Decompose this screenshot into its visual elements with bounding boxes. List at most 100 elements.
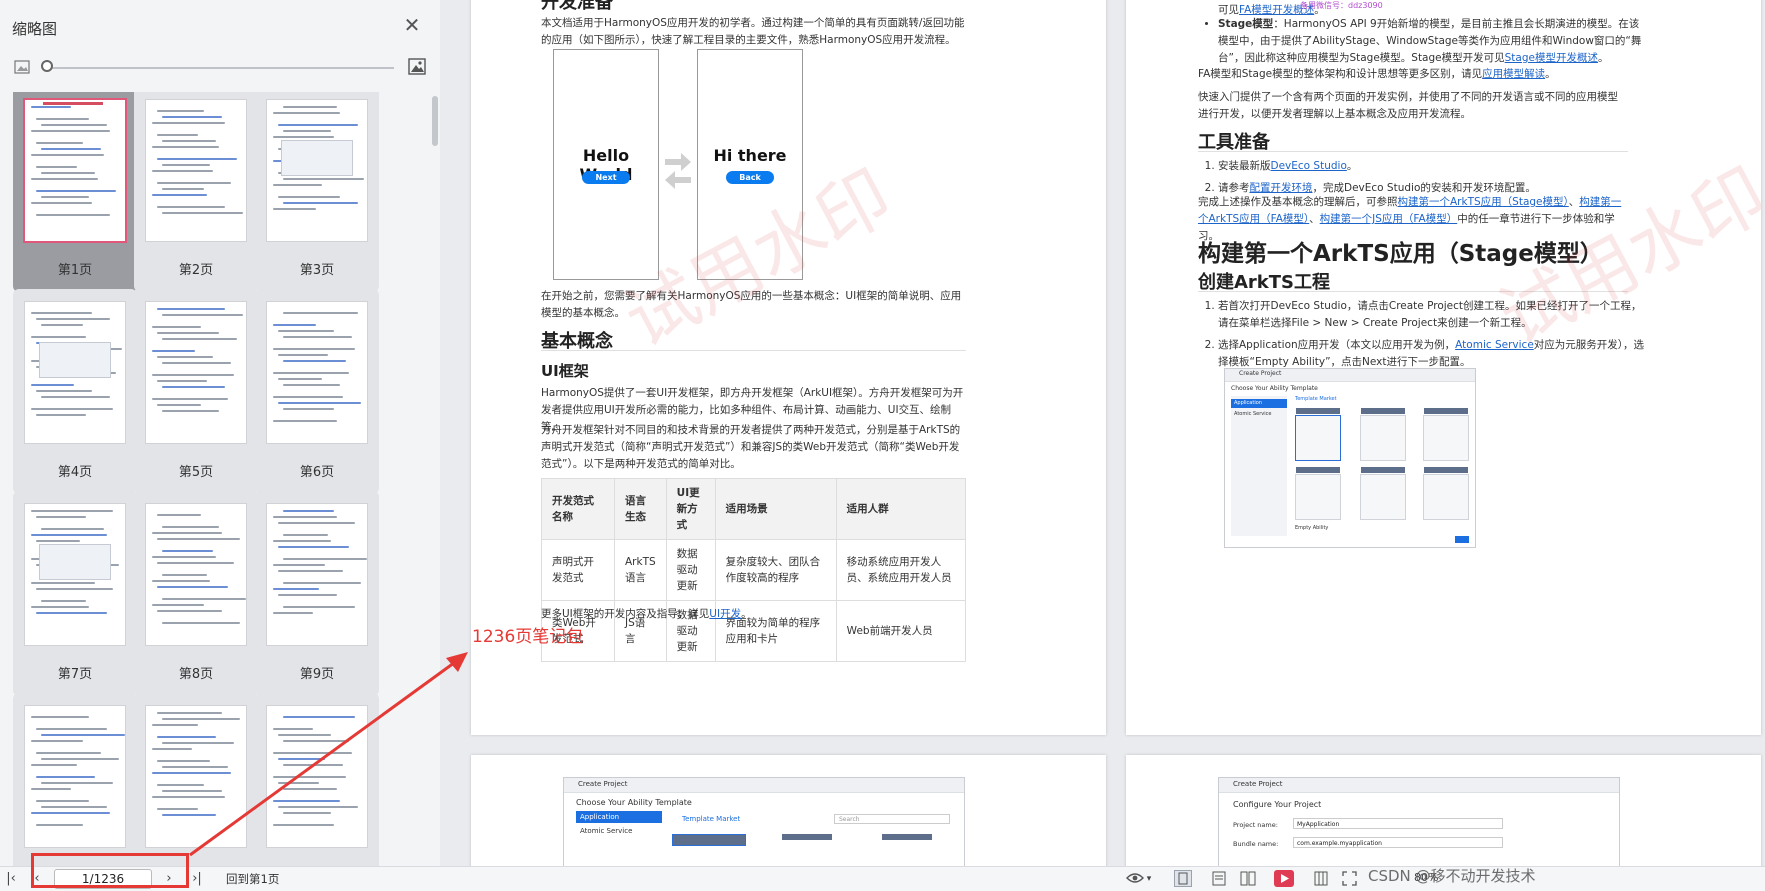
page-thumbnail[interactable]: 第2页 bbox=[134, 92, 258, 292]
thumbnail-text-line bbox=[283, 178, 364, 180]
quickstart-paragraph: 快速入门提供了一个含有两个页面的开发实例，并使用了不同的开发语言或不同的应用模型… bbox=[1198, 91, 1618, 120]
page-thumbnail[interactable]: 第8页 bbox=[134, 491, 258, 696]
thumbnail-text-line bbox=[278, 522, 355, 524]
thumbnail-text-line bbox=[283, 788, 337, 790]
arkts-stage-link[interactable]: 构建第一个ArkTS应用（Stage模型） bbox=[1398, 196, 1569, 208]
thumbnail-text-line bbox=[152, 146, 219, 148]
dialog-heading: Configure Your Project bbox=[1233, 800, 1322, 809]
play-icon bbox=[1281, 874, 1289, 883]
intro-paragraph: 本文档适用于HarmonyOS应用开发的初学者。通过构建一个简单的具有页面跳转/… bbox=[541, 17, 965, 46]
thumbnail-label: 第9页 bbox=[299, 667, 335, 682]
tile-cap bbox=[1296, 408, 1340, 414]
thumbnail-text-line bbox=[283, 384, 340, 386]
document-viewer: 开发准备 本文档适用于HarmonyOS应用开发的初学者。通过构建一个简单的具有… bbox=[440, 0, 1765, 866]
create-project-dialog-screenshot: Create Project Choose Your Ability Templ… bbox=[563, 777, 965, 866]
last-page-icon[interactable]: ›| bbox=[190, 870, 204, 888]
thumbnail-preview bbox=[25, 706, 125, 847]
page-thumbnail[interactable] bbox=[13, 693, 137, 866]
image-large-icon[interactable] bbox=[408, 58, 426, 75]
document-view-icon[interactable] bbox=[1212, 871, 1226, 886]
table-cell: 移动系统应用开发人员、系统应用开发人员 bbox=[835, 539, 967, 601]
thumbnail-text-line bbox=[31, 202, 92, 204]
list-item: Stage模型：HarmonyOS API 9开始新增的模型，是目前主推且会长期… bbox=[1218, 16, 1648, 67]
thumbnail-text-line bbox=[283, 716, 355, 718]
page-thumbnail[interactable] bbox=[134, 693, 258, 866]
stage-model-bullet: Stage模型：HarmonyOS API 9开始新增的模型，是目前主推且会长期… bbox=[1198, 16, 1648, 67]
list-item: 若首次打开DevEco Studio，请点击Create Project创建工程… bbox=[1218, 298, 1648, 332]
text: 、 bbox=[1568, 196, 1580, 208]
model-diff-paragraph: FA模型和Stage模型的整体架构和设计思想等更多区别，请见应用模型解读。 bbox=[1198, 66, 1628, 83]
dialog-heading: Choose Your Ability Template bbox=[576, 798, 692, 807]
single-page-view-icon[interactable] bbox=[1174, 870, 1192, 887]
page-number-input[interactable]: 1/1236 bbox=[54, 869, 152, 889]
thumbnail-preview bbox=[146, 504, 246, 645]
ui-dev-link[interactable]: UI开发 bbox=[709, 608, 741, 620]
js-fa-link[interactable]: 构建第一个JS应用（FA模型） bbox=[1320, 213, 1458, 225]
two-page-view-icon[interactable] bbox=[1240, 871, 1256, 886]
zoom-slider-track[interactable] bbox=[46, 67, 394, 69]
thumbnail-text-line bbox=[152, 724, 198, 726]
next-page-icon[interactable]: › bbox=[162, 870, 176, 888]
page-thumbnail[interactable]: 第4页 bbox=[13, 289, 137, 494]
chevron-down-icon[interactable]: ▾ bbox=[1144, 870, 1154, 888]
ui-paragraph-2: 方舟开发框架针对不同目的和技术背景的开发者提供了两种开发范式，分别是基于ArkT… bbox=[541, 424, 961, 470]
thumbnail-text-line bbox=[162, 814, 216, 816]
thumbnail-text-line bbox=[273, 420, 337, 422]
document-page-right: 可见FA模型开发概述。 Stage模型：HarmonyOS API 9开始新增的… bbox=[1126, 0, 1761, 735]
thumbnail-text-line bbox=[157, 158, 237, 160]
model-guide-link[interactable]: 应用模型解读 bbox=[1482, 68, 1545, 80]
thumbnail-text-line bbox=[31, 154, 104, 156]
thumbnail-text-line bbox=[162, 212, 243, 214]
ui-framework-heading: UI框架 bbox=[541, 362, 589, 380]
thumbnail-text-line bbox=[157, 206, 225, 208]
page-thumbnail[interactable]: 第3页 bbox=[255, 92, 379, 292]
document-page-next-left: Create Project Choose Your Ability Templ… bbox=[471, 755, 1106, 866]
page-thumbnail[interactable]: 第6页 bbox=[255, 289, 379, 494]
thumbnail-sidebar: 缩略图 ✕ 第1页 第2页 第3页 第4页 第5页 第6页 第7页 第8页 第9页 bbox=[0, 0, 441, 866]
close-icon[interactable]: ✕ bbox=[402, 15, 422, 35]
dialog-titlebar: Create Project bbox=[1219, 778, 1619, 793]
thumbnail-text-line bbox=[162, 622, 240, 624]
zoom-slider-handle[interactable] bbox=[41, 60, 53, 72]
table-cell: 数据驱动更新 bbox=[665, 539, 716, 601]
env-config-link[interactable]: 配置开发环境 bbox=[1250, 182, 1313, 194]
thumbnail-text-line bbox=[31, 408, 113, 410]
thumbnail-text-line bbox=[152, 170, 213, 172]
thumbnail-text-line bbox=[273, 208, 316, 210]
dialog-heading: Choose Your Ability Template bbox=[1231, 385, 1318, 392]
first-page-icon[interactable]: |‹ bbox=[4, 870, 18, 888]
tile-cap bbox=[1424, 467, 1468, 473]
thumbnail-text-line bbox=[162, 188, 204, 190]
back-to-first-page-button[interactable]: 回到第1页 bbox=[226, 871, 279, 887]
page-thumbnail[interactable]: 第7页 bbox=[13, 491, 137, 696]
page-thumbnail[interactable]: 第5页 bbox=[134, 289, 258, 494]
fit-screen-icon[interactable] bbox=[1342, 871, 1357, 886]
thumbnail-text-line bbox=[278, 594, 337, 596]
page-thumbnail[interactable] bbox=[255, 693, 379, 866]
dialog-titlebar: Create Project bbox=[564, 778, 964, 793]
thumbnail-text-line bbox=[273, 184, 322, 186]
thumbnail-text-line bbox=[273, 588, 319, 590]
thumbnail-text-line bbox=[273, 564, 325, 566]
project-name-field: MyApplication bbox=[1293, 818, 1503, 829]
stage-overview-link[interactable]: Stage模型开发概述 bbox=[1505, 52, 1598, 64]
table-header: 适用场景 bbox=[714, 478, 837, 540]
thumbnail-text-line bbox=[283, 558, 367, 560]
thumbnail-text-line bbox=[157, 514, 201, 516]
page-thumbnail[interactable]: 第9页 bbox=[255, 491, 379, 696]
thumbnail-text-line bbox=[36, 214, 110, 216]
thumbnail-text-line bbox=[152, 326, 201, 328]
image-small-icon[interactable] bbox=[14, 60, 30, 74]
thumbnail-text-line bbox=[162, 116, 222, 118]
thumbnail-text-line bbox=[152, 580, 210, 582]
eye-icon[interactable] bbox=[1126, 872, 1144, 884]
columns-view-icon[interactable] bbox=[1314, 871, 1328, 886]
prev-page-icon[interactable]: ‹ bbox=[30, 870, 44, 888]
sidebar-scrollbar[interactable] bbox=[432, 96, 438, 146]
thumbnail-text-line bbox=[31, 130, 110, 132]
page-thumbnail[interactable]: 第1页 bbox=[13, 92, 137, 292]
play-slideshow-button[interactable] bbox=[1274, 870, 1294, 887]
thumbnail-text-line bbox=[162, 790, 222, 792]
atomic-service-link[interactable]: Atomic Service bbox=[1455, 339, 1534, 351]
deveco-link[interactable]: DevEco Studio bbox=[1271, 160, 1347, 172]
